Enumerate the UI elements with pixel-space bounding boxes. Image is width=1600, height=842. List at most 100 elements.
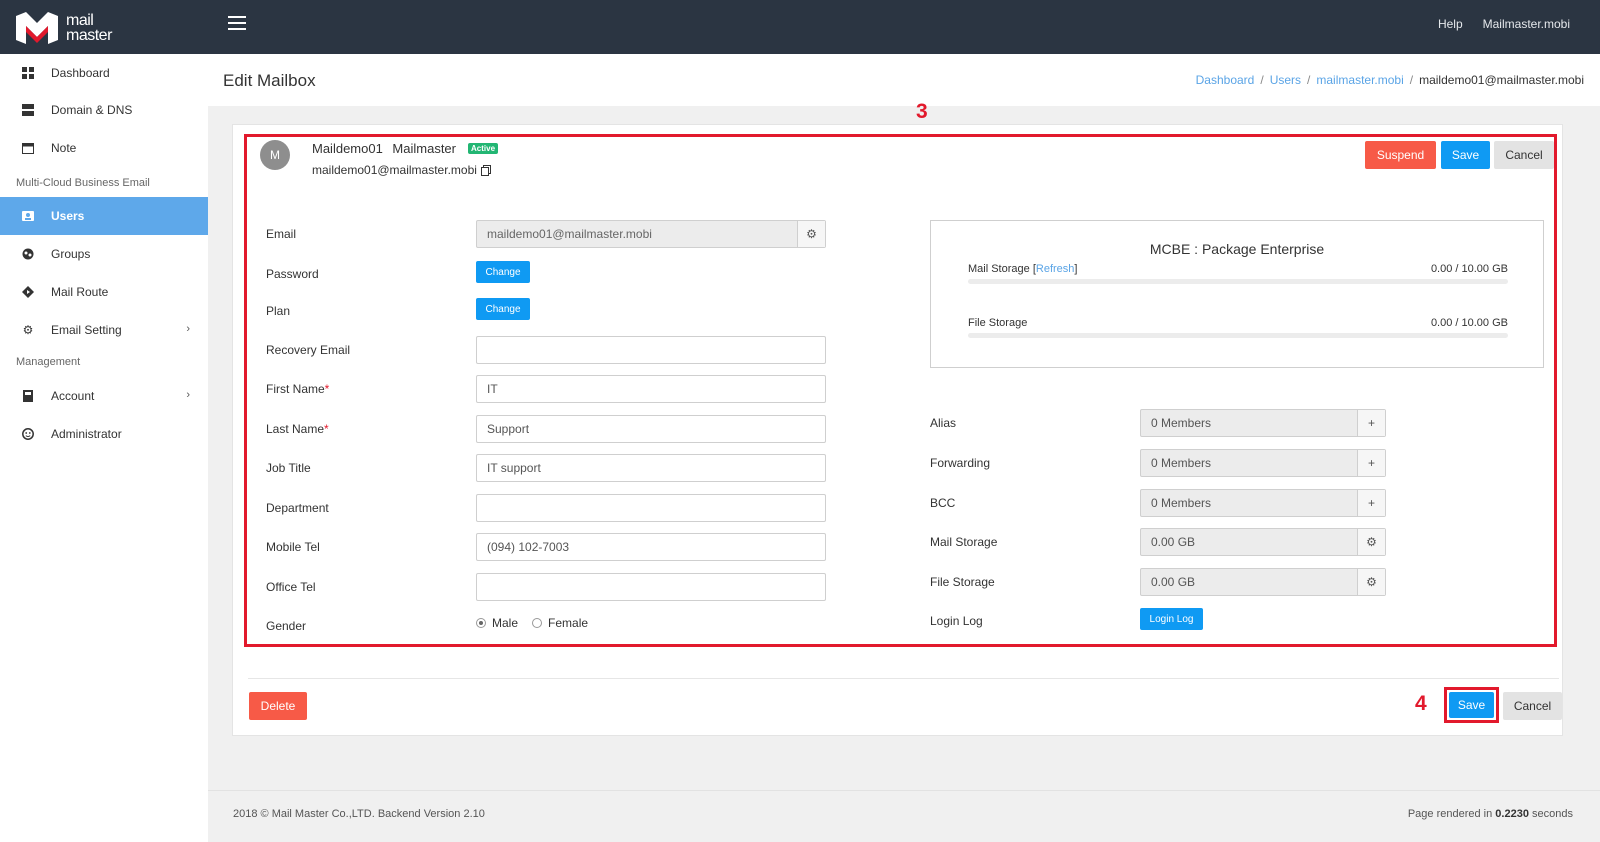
mail-storage-progress — [968, 279, 1508, 284]
sidebar-section-management: Management — [16, 356, 81, 368]
sidebar-item-groups[interactable]: Groups — [0, 235, 208, 273]
file-storage-label: File Storage — [930, 575, 995, 589]
admin-face-icon — [22, 428, 34, 440]
user-email: maildemo01@mailmaster.mobi — [312, 163, 491, 177]
chevron-right-icon: › — [186, 389, 190, 401]
footer-copyright: 2018 © Mail Master Co.,LTD. Backend Vers… — [233, 808, 485, 820]
first-name-input[interactable]: IT — [476, 375, 826, 403]
save-button[interactable]: Save — [1449, 692, 1494, 718]
mail-storage-label: Mail Storage — [930, 535, 998, 549]
delete-button[interactable]: Delete — [249, 692, 307, 720]
avatar: M — [260, 140, 290, 170]
suspend-button[interactable]: Suspend — [1365, 141, 1436, 169]
forwarding-field: 0 Members + — [1140, 449, 1386, 477]
copy-icon[interactable] — [480, 164, 491, 176]
package-title: MCBE : Package Enterprise — [1149, 241, 1325, 257]
user-display-name: Maildemo01 Mailmaster — [312, 141, 456, 156]
bcc-field: 0 Members + — [1140, 489, 1386, 517]
annotation-step-3: 3 — [916, 100, 928, 123]
breadcrumb-dashboard[interactable]: Dashboard — [1196, 73, 1255, 87]
sidebar-item-label: Note — [51, 141, 77, 155]
sidebar-item-dashboard[interactable]: Dashboard — [0, 54, 208, 92]
department-input[interactable] — [476, 494, 826, 522]
mobile-tel-label: Mobile Tel — [266, 540, 320, 554]
recovery-email-label: Recovery Email — [266, 343, 351, 357]
sidebar-item-label: Mail Route — [51, 285, 109, 299]
first-name-label: First Name* — [266, 382, 330, 396]
mail-storage-field: 0.00 GB ⚙ — [1140, 528, 1386, 556]
gear-icon[interactable]: ⚙ — [1357, 569, 1385, 595]
alias-label: Alias — [930, 416, 957, 430]
breadcrumb: Dashboard / Users / mailmaster.mobi / maild… — [1195, 73, 1584, 87]
bcc-label: BCC — [930, 496, 956, 510]
file-storage-field: 0.00 GB ⚙ — [1140, 568, 1386, 596]
breadcrumb-domain[interactable]: mailmaster.mobi — [1316, 73, 1403, 87]
sidebar-item-users[interactable]: Users — [0, 197, 208, 235]
calendar-icon — [22, 142, 34, 154]
page-title: Edit Mailbox — [223, 71, 316, 90]
department-label: Department — [266, 501, 329, 515]
account-menu[interactable]: Mailmaster.mobi — [1483, 17, 1570, 31]
status-badge: Active — [468, 143, 499, 154]
top-bar: mail master Help Mailmaster.mobi — [0, 0, 1600, 54]
add-bcc-icon[interactable]: + — [1357, 490, 1385, 516]
sidebar-item-domain-dns[interactable]: Domain & DNS — [0, 91, 208, 129]
sidebar-item-label: Dashboard — [51, 66, 110, 80]
office-tel-label: Office Tel — [266, 580, 316, 594]
email-field: maildemo01@mailmaster.mobi ⚙ — [476, 220, 826, 248]
server-icon — [22, 104, 34, 116]
save-button-top[interactable]: Save — [1441, 141, 1490, 169]
login-log-label: Login Log — [930, 614, 983, 628]
logo[interactable]: mail master — [14, 9, 164, 47]
gender-male-radio[interactable] — [476, 618, 486, 628]
add-forwarding-icon[interactable]: + — [1357, 450, 1385, 476]
breadcrumb-users[interactable]: Users — [1270, 73, 1301, 87]
sidebar-item-label: Domain & DNS — [51, 103, 133, 117]
sidebar-item-mail-route[interactable]: Mail Route — [0, 273, 208, 311]
sidebar-item-email-setting[interactable]: ⚙ Email Setting › — [0, 311, 208, 349]
chevron-right-icon: › — [186, 323, 190, 335]
email-label: Email — [266, 227, 297, 241]
sidebar-item-label: Administrator — [51, 427, 122, 441]
dashboard-icon — [22, 67, 34, 79]
gear-icon[interactable]: ⚙ — [1357, 529, 1385, 555]
gear-icon: ⚙ — [22, 323, 34, 337]
menu-toggle-icon[interactable] — [228, 16, 246, 32]
cancel-button-top[interactable]: Cancel — [1494, 141, 1554, 169]
footer-render-time: Page rendered in 0.2230 seconds — [1407, 808, 1573, 820]
refresh-link[interactable]: Refresh — [1036, 263, 1075, 275]
help-link[interactable]: Help — [1438, 17, 1463, 31]
sidebar-item-note[interactable]: Note — [0, 129, 208, 167]
package-file-storage-row: File Storage 0.00 / 10.00 GB — [968, 317, 1508, 329]
gender-female-radio[interactable] — [532, 618, 543, 628]
gear-icon[interactable]: ⚙ — [797, 221, 825, 247]
login-log-button[interactable]: Login Log — [1140, 608, 1203, 630]
user-card-icon — [22, 210, 34, 222]
change-plan-button[interactable]: Change — [476, 298, 530, 320]
job-title-label: Job Title — [266, 461, 311, 475]
add-alias-icon[interactable]: + — [1357, 410, 1385, 436]
logo-text-line2: master — [66, 27, 112, 44]
sidebar-item-administrator[interactable]: Administrator — [0, 415, 208, 453]
logo-text-line1: mail — [66, 12, 94, 29]
recovery-email-input[interactable] — [476, 336, 826, 364]
plan-label: Plan — [266, 304, 291, 318]
last-name-input[interactable]: Support — [476, 415, 826, 443]
sidebar-item-label: Account — [51, 389, 95, 403]
account-book-icon — [22, 390, 34, 402]
sidebar-item-account[interactable]: Account › — [0, 377, 208, 415]
password-label: Password — [266, 267, 319, 281]
office-tel-input[interactable] — [476, 573, 826, 601]
gender-female-label: Female — [548, 616, 589, 630]
package-mail-storage-row: Mail Storage [Refresh] 0.00 / 10.00 GB — [968, 263, 1508, 275]
sidebar-item-label: Users — [51, 209, 85, 223]
job-title-input[interactable]: IT support — [476, 454, 826, 482]
user-email-text: maildemo01@mailmaster.mobi — [312, 163, 477, 177]
globe-icon — [22, 248, 34, 260]
gender-label: Gender — [266, 619, 307, 633]
logo-text: mail master — [66, 12, 112, 44]
mobile-tel-input[interactable]: (094) 102-7003 — [476, 533, 826, 561]
sidebar: Dashboard Domain & DNS Note Multi-Cloud … — [0, 54, 208, 842]
change-password-button[interactable]: Change — [476, 261, 530, 283]
cancel-button[interactable]: Cancel — [1503, 692, 1562, 720]
